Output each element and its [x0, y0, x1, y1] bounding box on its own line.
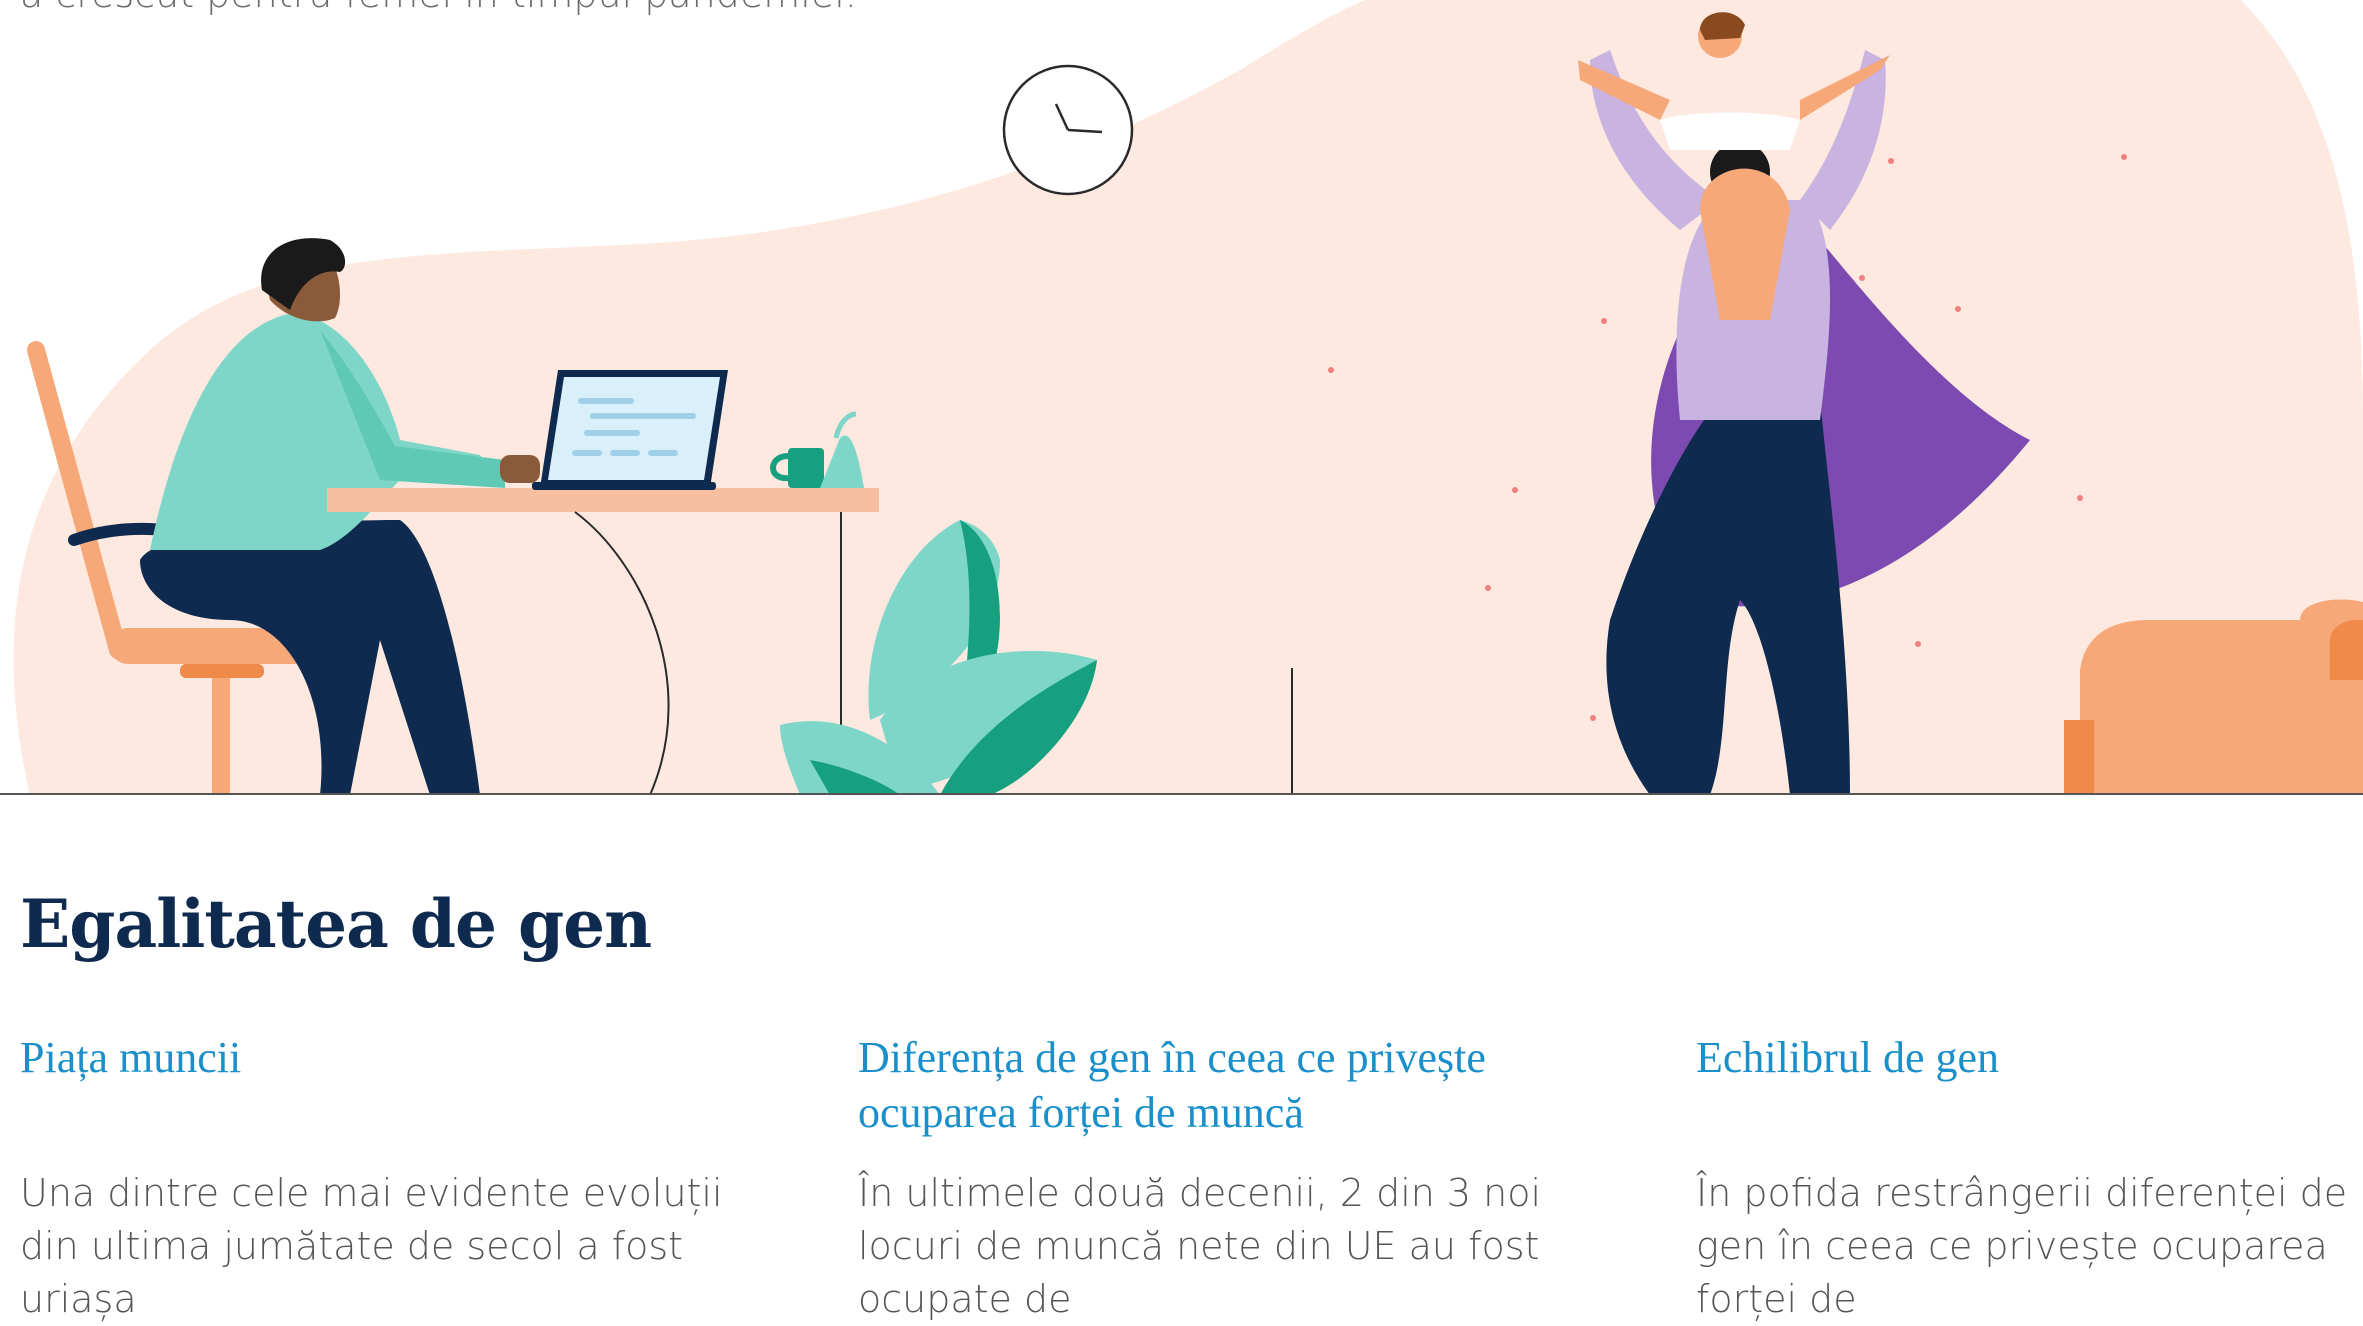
clock-icon	[1002, 64, 1134, 196]
column-body-text: În ultimele două decenii, 2 din 3 noi lo…	[858, 1171, 1542, 1321]
intro-text: a crescut pentru femei în timpul pandemi…	[20, 0, 857, 16]
section-title: Egalitatea de gen	[20, 885, 652, 963]
hero-illustration: a crescut pentru femei în timpul pandemi…	[0, 0, 2363, 795]
laptop-icon	[532, 370, 728, 490]
column-employment-gap: Diferența de gen în ceea ce privește ocu…	[858, 1030, 1618, 1321]
column-body-text: În pofida restrângerii diferenței de gen…	[1696, 1171, 2348, 1321]
column-labor-market: Piața muncii Una dintre cele mai evident…	[20, 1030, 780, 1321]
hero-svg	[0, 0, 2363, 795]
column-gender-balance: Echilibrul de gen În pofida restrângerii…	[1696, 1030, 2363, 1321]
column-heading[interactable]: Diferența de gen în ceea ce privește ocu…	[858, 1030, 1618, 1140]
column-heading[interactable]: Echilibrul de gen	[1696, 1030, 2363, 1085]
sofa	[2064, 599, 2363, 795]
column-heading[interactable]: Piața muncii	[20, 1030, 780, 1085]
column-body-text: Una dintre cele mai evidente evoluții di…	[20, 1171, 723, 1321]
